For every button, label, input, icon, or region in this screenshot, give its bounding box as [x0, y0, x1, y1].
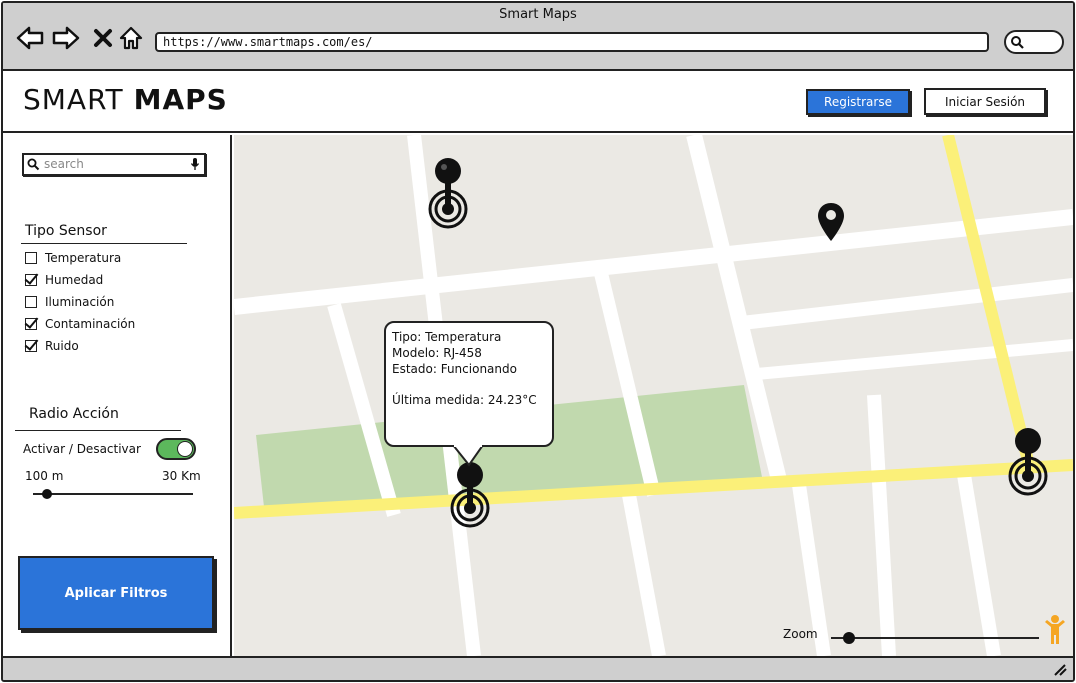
checkbox-box[interactable]: [25, 252, 37, 264]
divider: [21, 243, 187, 244]
checkbox-label: Contaminación: [45, 317, 136, 331]
sensor-pin-icon[interactable]: [1007, 427, 1049, 497]
radius-title: Radio Acción: [29, 406, 119, 422]
checkbox-box[interactable]: [25, 296, 37, 308]
checkbox-contaminacion[interactable]: Contaminación: [25, 315, 135, 333]
forward-arrow-icon[interactable]: [51, 23, 81, 53]
checkbox-ruido[interactable]: Ruido: [25, 337, 79, 355]
zoom-label: Zoom: [783, 627, 818, 641]
radius-min-label: 100 m: [25, 469, 64, 483]
window-title: Smart Maps: [499, 7, 577, 22]
login-button[interactable]: Iniciar Sesión: [924, 88, 1046, 115]
radius-slider-track[interactable]: [33, 493, 193, 495]
tooltip-estado: Estado: Funcionando: [392, 362, 517, 376]
tooltip-medida: Última medida: 24.23°C: [392, 393, 537, 407]
apply-filters-button[interactable]: Aplicar Filtros: [18, 556, 214, 630]
checkbox-humedad[interactable]: Humedad: [25, 271, 103, 289]
zoom-slider-track[interactable]: [831, 637, 1039, 639]
sensor-tooltip: Tipo: Temperatura Modelo: RJ-458 Estado:…: [384, 321, 554, 447]
checkbox-temperatura[interactable]: Temperatura: [25, 249, 121, 267]
tooltip-tipo: Tipo: Temperatura: [392, 330, 502, 344]
back-arrow-icon[interactable]: [15, 23, 45, 53]
search-placeholder: search: [44, 157, 84, 171]
map-view[interactable]: Tipo: Temperatura Modelo: RJ-458 Estado:…: [234, 135, 1073, 656]
filter-sidebar: search Tipo Sensor Temperatura Humedad I…: [3, 135, 232, 656]
sensor-pin-icon[interactable]: [449, 461, 491, 529]
radius-toggle[interactable]: [156, 438, 196, 460]
home-icon[interactable]: [116, 23, 146, 53]
sensor-type-title: Tipo Sensor: [25, 223, 107, 239]
logo-text-bold: MAPS: [133, 83, 228, 116]
register-button[interactable]: Registrarse: [806, 89, 910, 115]
person-icon[interactable]: [1043, 614, 1067, 646]
search-icon: [1011, 36, 1024, 49]
tooltip-modelo: Modelo: RJ-458: [392, 346, 482, 360]
checkbox-box[interactable]: [25, 340, 37, 352]
checkbox-label: Iluminación: [45, 295, 115, 309]
location-marker-icon[interactable]: [817, 201, 845, 243]
checkbox-iluminacion[interactable]: Iluminación: [25, 293, 114, 311]
checkbox-box[interactable]: [25, 318, 37, 330]
divider: [15, 430, 181, 431]
browser-search-field[interactable]: [1004, 30, 1064, 54]
search-input[interactable]: search: [22, 153, 206, 176]
checkbox-label: Temperatura: [45, 251, 122, 265]
browser-window: Smart Maps https://www.smartmaps.com/es/…: [1, 1, 1075, 682]
radius-slider-thumb[interactable]: [42, 489, 52, 499]
url-bar[interactable]: https://www.smartmaps.com/es/: [155, 32, 989, 52]
toggle-label: Activar / Desactivar: [23, 442, 141, 456]
checkbox-box[interactable]: [25, 274, 37, 286]
toggle-knob: [177, 441, 193, 457]
checkbox-label: Humedad: [45, 273, 104, 287]
map-background: [234, 135, 1073, 656]
site-header: SMART MAPS Registrarse Iniciar Sesión: [3, 73, 1073, 133]
logo: SMART MAPS: [23, 83, 228, 116]
zoom-slider-thumb[interactable]: [843, 632, 855, 644]
tooltip-pointer: [452, 445, 484, 467]
logo-text-light: SMART: [23, 83, 124, 116]
browser-chrome: Smart Maps https://www.smartmaps.com/es/: [3, 3, 1073, 71]
checkbox-label: Ruido: [45, 339, 79, 353]
search-icon: [27, 158, 40, 171]
microphone-icon[interactable]: [190, 157, 200, 171]
radius-max-label: 30 Km: [162, 469, 201, 483]
stop-x-icon[interactable]: [88, 23, 118, 53]
sensor-pin-icon[interactable]: [427, 157, 469, 231]
resize-handle-icon[interactable]: [1053, 664, 1067, 676]
status-bar: [3, 656, 1073, 680]
